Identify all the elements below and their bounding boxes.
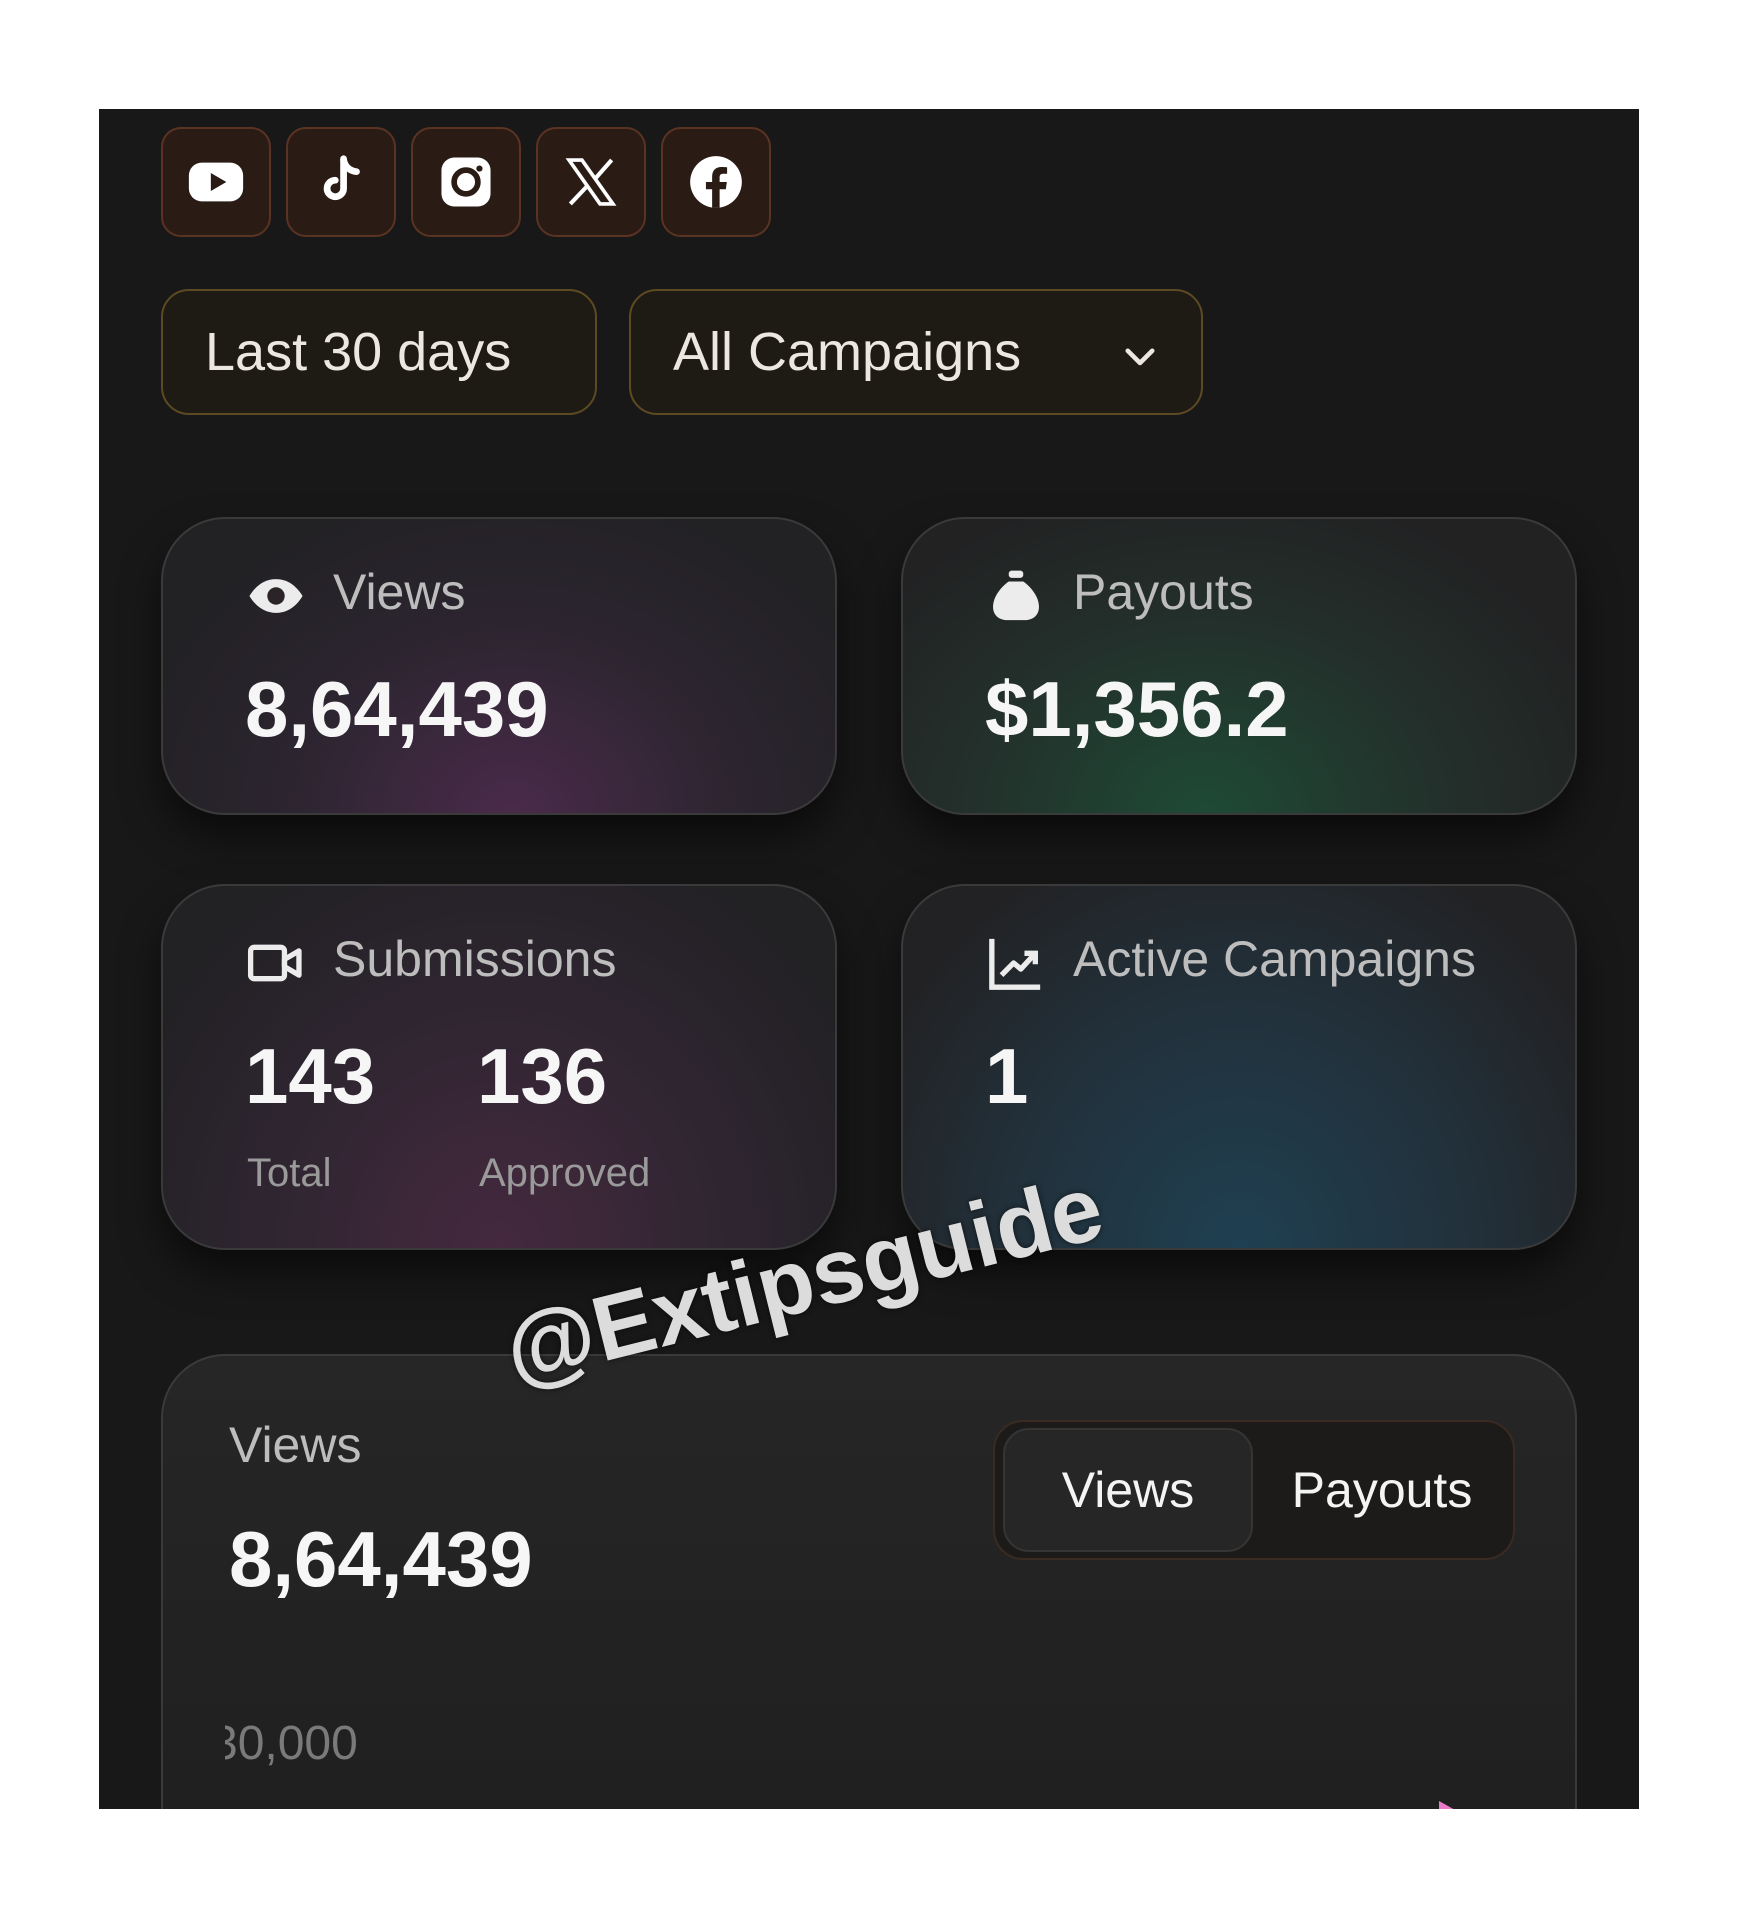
social-platform-filters [161, 127, 771, 237]
video-camera-icon [247, 944, 302, 982]
eye-icon [249, 579, 303, 613]
facebook-button[interactable] [661, 127, 771, 237]
campaign-select[interactable]: All Campaigns [629, 289, 1203, 415]
submissions-label: Submissions [333, 931, 617, 987]
instagram-button[interactable] [411, 127, 521, 237]
views-toggle-label: Views [1061, 1462, 1195, 1518]
x-icon [565, 158, 617, 206]
money-bag-icon [993, 570, 1039, 621]
date-range-filter[interactable]: Last 30 days [161, 289, 597, 415]
views-value: 8,64,439 [245, 665, 549, 753]
chart-total-value: 8,64,439 [229, 1515, 533, 1603]
views-toggle-button[interactable]: Views [1003, 1428, 1253, 1552]
payouts-stat-card: Payouts $1,356.2 [901, 517, 1577, 815]
campaign-select-label: All Campaigns [673, 322, 1022, 382]
y-axis-tick-label: 30,000 [225, 1717, 358, 1770]
views-chart-panel: Views 8,64,439 30,000 Views Payouts [161, 1354, 1577, 1809]
payouts-value: $1,356.2 [985, 665, 1289, 753]
tiktok-button[interactable] [286, 127, 396, 237]
tiktok-icon [323, 155, 360, 201]
y-axis-tick: 30,000 [225, 1716, 405, 1771]
submissions-stat-card: Submissions 143 136 Total Approved [161, 884, 837, 1250]
payouts-toggle-button[interactable]: Payouts [1257, 1428, 1507, 1552]
active-campaigns-label: Active Campaigns [1073, 931, 1476, 987]
active-campaigns-value: 1 [985, 1032, 1029, 1120]
submissions-approved-value: 136 [477, 1032, 608, 1120]
x-button[interactable] [536, 127, 646, 237]
trending-up-icon [989, 938, 1041, 990]
youtube-icon [188, 162, 244, 202]
pointer-cursor-icon [1439, 1801, 1454, 1809]
facebook-icon [690, 156, 742, 208]
payouts-toggle-label: Payouts [1291, 1462, 1473, 1518]
payouts-label: Payouts [1073, 564, 1254, 620]
date-range-label: Last 30 days [205, 322, 512, 382]
dashboard-screen: Last 30 days All Campaigns Views 8,64,43… [99, 109, 1639, 1809]
instagram-icon [441, 157, 491, 207]
views-label: Views [333, 564, 466, 620]
metric-toggle: Views Payouts [993, 1420, 1515, 1560]
youtube-button[interactable] [161, 127, 271, 237]
chart-title: Views [229, 1417, 362, 1473]
submissions-total-label: Total [247, 1151, 332, 1195]
views-stat-card: Views 8,64,439 [161, 517, 837, 815]
chevron-down-icon [1125, 348, 1155, 366]
submissions-approved-label: Approved [479, 1151, 651, 1195]
submissions-total-value: 143 [245, 1032, 376, 1120]
